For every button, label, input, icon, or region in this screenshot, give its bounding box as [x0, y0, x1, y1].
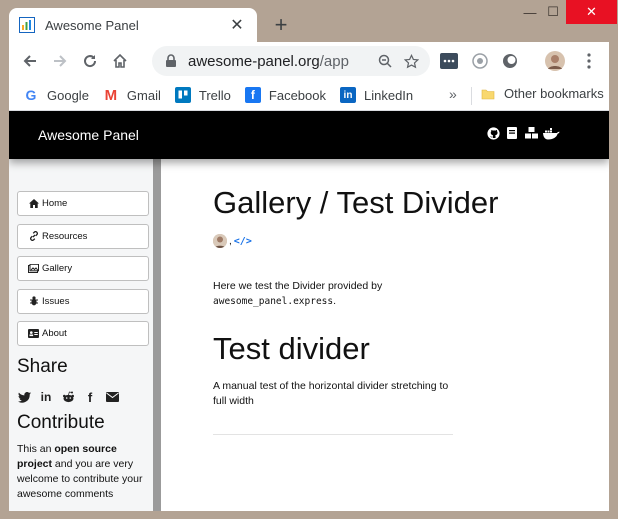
contribute-text: This an open source project and you are … — [17, 443, 143, 500]
browser-menu-icon[interactable] — [579, 51, 599, 71]
twitter-icon[interactable] — [17, 390, 31, 404]
sidebar-item-about[interactable]: About — [17, 321, 149, 346]
other-bookmarks[interactable]: Other bookmarks — [481, 86, 604, 101]
bookmarks-separator — [471, 87, 472, 105]
extension-circle-icon[interactable] — [500, 51, 520, 71]
share-heading: Share — [17, 356, 68, 377]
bookmark-linkedin[interactable]: in LinkedIn — [340, 87, 413, 103]
facebook-icon: f — [244, 87, 261, 103]
bug-icon — [28, 296, 39, 307]
tab-close-icon[interactable]: ✕ — [227, 15, 247, 35]
bookmark-facebook[interactable]: f Facebook — [244, 87, 326, 103]
trello-icon — [174, 87, 191, 103]
window-close-button[interactable]: ✕ — [566, 0, 617, 24]
cubes-icon[interactable] — [523, 125, 539, 141]
zoom-icon[interactable] — [374, 50, 396, 72]
lock-icon — [166, 54, 176, 67]
chart-favicon-icon — [19, 17, 35, 33]
docker-icon[interactable] — [542, 125, 560, 141]
sidebar-item-resources[interactable]: Resources — [17, 223, 149, 249]
id-card-icon — [28, 328, 39, 339]
intro-paragraph: Here we test the Divider provided by awes… — [213, 280, 383, 307]
web-page: Awesome Panel Home Resources Gallery Iss… — [9, 111, 609, 511]
linkedin-icon[interactable]: in — [39, 390, 53, 404]
bookmark-trello[interactable]: Trello — [174, 87, 231, 103]
contribute-heading: Contribute — [17, 412, 105, 433]
share-icons: in f — [17, 390, 153, 405]
header-links — [485, 125, 563, 141]
sidebar-item-home[interactable]: Home — [17, 191, 149, 216]
description-text: A manual test of the horizontal divider … — [213, 380, 449, 407]
facebook-icon[interactable]: f — [83, 390, 97, 405]
tab-strip: Awesome Panel ✕ + — ☐ ✕ — [1, 0, 617, 42]
bookmark-star-icon[interactable] — [400, 50, 422, 72]
tab-title: Awesome Panel — [45, 17, 139, 33]
reload-icon[interactable] — [75, 46, 105, 76]
module-code: awesome_panel.express — [213, 296, 334, 307]
linkedin-icon: in — [340, 87, 356, 103]
sidebar: Home Resources Gallery Issues About Shar… — [9, 159, 161, 511]
app-brand[interactable]: Awesome Panel — [38, 127, 139, 143]
code-icon[interactable]: </> — [234, 236, 252, 247]
profile-avatar[interactable] — [545, 51, 565, 71]
link-icon — [28, 231, 39, 242]
horizontal-divider — [213, 434, 453, 435]
more-bookmarks-icon[interactable]: » — [449, 86, 457, 102]
author-avatar[interactable] — [213, 234, 227, 248]
folder-icon — [481, 87, 495, 101]
author-separator: , — [229, 235, 232, 247]
extension-dots-icon[interactable] — [439, 51, 459, 71]
github-icon[interactable] — [485, 125, 501, 141]
forward-icon[interactable] — [45, 46, 75, 76]
url-text: awesome-panel.org/app — [188, 52, 349, 70]
sidebar-item-gallery[interactable]: Gallery — [17, 256, 149, 281]
sidebar-item-issues[interactable]: Issues — [17, 288, 149, 314]
tab-awesome-panel[interactable]: Awesome Panel ✕ — [9, 8, 257, 42]
address-bar[interactable]: awesome-panel.org/app — [152, 46, 430, 76]
browser-window: Awesome Panel ✕ + — ☐ ✕ awesome-panel.or… — [1, 0, 617, 518]
gmail-icon: M — [104, 86, 118, 104]
app-header: Awesome Panel — [9, 111, 609, 159]
bookmark-google[interactable]: G Google — [23, 87, 89, 103]
section-heading: Test divider — [213, 331, 370, 366]
bookmarks-bar: G Google M Gmail Trello f Facebook in Li… — [9, 80, 609, 111]
home-icon — [28, 198, 39, 209]
google-icon: G — [25, 87, 37, 103]
browser-toolbar: awesome-panel.org/app — [9, 42, 609, 80]
author-row: , </> — [213, 233, 473, 249]
book-icon[interactable] — [504, 125, 520, 141]
main-content: Gallery / Test Divider , </> Here we tes… — [213, 185, 499, 435]
back-icon[interactable] — [15, 46, 45, 76]
page-title: Gallery / Test Divider — [213, 185, 499, 220]
reddit-icon[interactable] — [61, 390, 75, 404]
home-icon[interactable] — [105, 46, 135, 76]
extension-target-icon[interactable] — [470, 51, 490, 71]
bookmark-gmail[interactable]: M Gmail — [103, 86, 161, 104]
email-icon[interactable] — [105, 390, 119, 404]
images-icon — [28, 263, 39, 274]
new-tab-button[interactable]: + — [269, 13, 293, 37]
